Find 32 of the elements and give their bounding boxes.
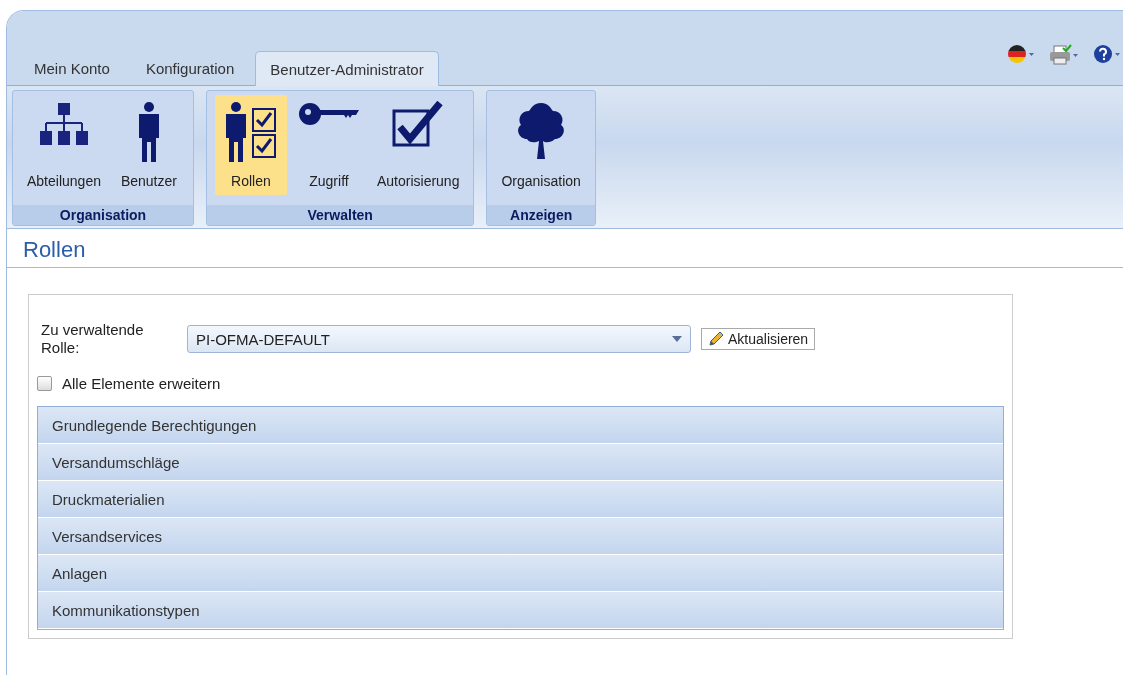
- help-icon[interactable]: [1093, 44, 1121, 64]
- role-dropdown[interactable]: PI-OFMA-DEFAULT: [187, 325, 691, 353]
- group-title: Anzeigen: [487, 205, 595, 225]
- org-chart-icon: [39, 101, 88, 147]
- ribbon-button[interactable]: Autorisierung: [370, 95, 466, 195]
- key-icon: [298, 101, 359, 127]
- page-title: Rollen: [23, 237, 87, 263]
- checkbox-label: Alle Elemente erweitern: [62, 375, 221, 392]
- tab[interactable]: Mein Konto: [19, 51, 125, 85]
- accordion-header[interactable]: Kommunikationstypen: [38, 592, 1003, 629]
- accordion-header[interactable]: Anlagen: [38, 555, 1003, 592]
- printer-icon[interactable]: [1049, 44, 1079, 66]
- pencil-icon: [708, 331, 724, 347]
- group-title: Verwalten: [206, 205, 474, 225]
- accordion-header[interactable]: Druckmaterialien: [38, 481, 1003, 518]
- caret-icon: [672, 336, 682, 342]
- accordion-header[interactable]: Grundlegende Berechtigungen: [38, 407, 1003, 444]
- checkbox[interactable]: [37, 376, 52, 391]
- ribbon-button[interactable]: Rollen: [214, 95, 287, 195]
- ribbon-button[interactable]: Abteilungen: [21, 95, 107, 195]
- role-label: Zu verwaltende Rolle:: [41, 321, 145, 357]
- checkbox-icon: [392, 101, 445, 147]
- tab[interactable]: Benutzer-Administrator: [255, 51, 439, 86]
- ribbon-button[interactable]: Benutzer: [112, 95, 185, 195]
- ribbon-button[interactable]: Organisation: [495, 95, 587, 195]
- accordion-header[interactable]: Versandservices: [38, 518, 1003, 555]
- flag-icon[interactable]: [1007, 44, 1035, 64]
- tab[interactable]: Konfiguration: [130, 51, 250, 85]
- ribbon-button[interactable]: Zugriff: [292, 95, 365, 195]
- group-title: Organisation: [13, 205, 193, 225]
- accordion-header[interactable]: Versandumschläge: [38, 444, 1003, 481]
- refresh-button[interactable]: Aktualisieren: [701, 328, 816, 350]
